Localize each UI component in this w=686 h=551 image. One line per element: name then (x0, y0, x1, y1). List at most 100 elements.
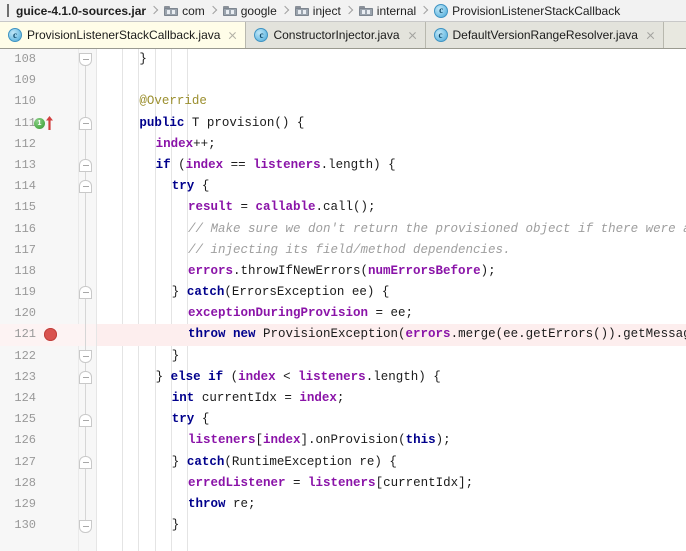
code-fold-start-icon[interactable] (79, 286, 92, 300)
code-fold-start-icon[interactable] (79, 413, 92, 427)
gutter-row[interactable]: 116 (0, 219, 96, 240)
code-token: [currentIdx]; (375, 475, 474, 490)
code-line[interactable]: throw new ProvisionException(errors.merg… (97, 324, 686, 346)
gutter-row[interactable]: 112 (0, 134, 96, 155)
code-line[interactable]: if (index == listeners.length) { (97, 155, 686, 176)
code-token: @Override (139, 94, 207, 109)
code-line[interactable]: } catch(ErrorsException ee) { (97, 282, 686, 303)
code-line[interactable]: } catch(RuntimeException re) { (97, 452, 686, 473)
gutter-row[interactable]: 120 (0, 303, 96, 324)
code-fold-start-icon[interactable] (79, 455, 92, 469)
breadcrumb-separator-icon (148, 0, 161, 21)
code-line[interactable]: } else if (index < listeners.length) { (97, 367, 686, 388)
code-line[interactable]: @Override (97, 91, 686, 112)
code-token: try (171, 179, 202, 194)
implementing-method-icon[interactable]: 1 (34, 117, 45, 129)
code-token: provision() { (206, 115, 305, 130)
code-line[interactable]: try { (97, 176, 686, 197)
code-line-text: // injecting its field/method dependenci… (107, 243, 511, 257)
code-line[interactable]: try { (97, 409, 686, 430)
gutter-row[interactable]: 118 (0, 261, 96, 282)
code-fold-end-icon[interactable] (79, 53, 92, 67)
code-token: ].onProvision( (300, 433, 406, 448)
editor-tab-bar: c ProvisionListenerStackCallback.java c Con… (0, 22, 686, 49)
editor-tab[interactable]: c DefaultVersionRangeResolver.java (425, 22, 664, 48)
code-token: numErrorsBefore (368, 263, 481, 278)
breadcrumb-item-jar[interactable]: guice-4.1.0-sources.jar (4, 0, 148, 21)
code-line[interactable]: } (97, 346, 686, 367)
code-editor[interactable]: 108 109 110 111 1 112 113 114 115 116 117 118 119 120… (0, 49, 686, 551)
code-line[interactable]: } (97, 515, 686, 536)
code-line[interactable]: result = callable.call(); (97, 197, 686, 218)
code-line[interactable]: throw re; (97, 494, 686, 515)
code-token: ++; (193, 136, 216, 151)
code-line[interactable]: errors.throwIfNewErrors(numErrorsBefore)… (97, 261, 686, 282)
java-class-icon: c (433, 28, 448, 42)
code-line[interactable]: erredListener = listeners[currentIdx]; (97, 473, 686, 494)
code-line-text: public T provision() { (107, 116, 304, 130)
editor-tab-active[interactable]: c ProvisionListenerStackCallback.java (0, 22, 247, 48)
code-token: } (155, 369, 171, 384)
code-line-text: index++; (107, 137, 216, 151)
gutter-row[interactable]: 128 (0, 473, 96, 494)
editor-gutter[interactable]: 108 109 110 111 1 112 113 114 115 116 117 118 119 120… (0, 49, 97, 551)
code-token: public (139, 115, 192, 130)
code-fold-start-icon[interactable] (79, 159, 92, 173)
code-token: errors (188, 263, 234, 278)
gutter-row[interactable]: 129 (0, 494, 96, 515)
gutter-row[interactable]: 121 (0, 324, 96, 346)
code-token: listeners (188, 433, 256, 448)
gutter-row[interactable]: 124 (0, 388, 96, 409)
gutter-row[interactable]: 109 (0, 70, 96, 91)
editor-tab-label: ConstructorInjector.java (273, 28, 400, 42)
gutter-row[interactable]: 110 (0, 91, 96, 112)
code-line-text: } catch(RuntimeException re) { (107, 455, 397, 469)
code-fold-end-icon[interactable] (79, 519, 92, 533)
code-token: } (171, 518, 180, 533)
code-line-text: throw new ProvisionException(errors.merg… (107, 327, 686, 341)
breadcrumb-item-folder[interactable]: com (161, 0, 207, 21)
breadcrumb-item-folder[interactable]: internal (356, 0, 418, 21)
close-icon[interactable] (645, 30, 656, 41)
close-icon[interactable] (407, 30, 418, 41)
folder-icon (222, 5, 237, 17)
code-line[interactable]: public T provision() { (97, 113, 686, 134)
gutter-row[interactable]: 117 (0, 240, 96, 261)
editor-tab[interactable]: c ConstructorInjector.java (246, 22, 426, 48)
close-icon[interactable] (227, 30, 238, 41)
breadcrumb-item-folder[interactable]: inject (292, 0, 343, 21)
breadcrumb-item-class[interactable]: c ProvisionListenerStackCallback (431, 0, 622, 21)
code-line-text: int currentIdx = index; (107, 391, 345, 405)
code-fold-end-icon[interactable] (79, 349, 92, 363)
code-line[interactable]: exceptionDuringProvision = ee; (97, 303, 686, 324)
jar-icon (7, 4, 9, 17)
code-line-text: listeners[index].onProvision(this); (107, 433, 451, 447)
code-line[interactable]: listeners[index].onProvision(this); (97, 430, 686, 451)
code-fold-start-icon[interactable] (79, 116, 92, 130)
code-fold-start-icon[interactable] (79, 180, 92, 194)
code-line[interactable]: } (97, 49, 686, 70)
code-token: else if (170, 369, 231, 384)
code-area[interactable]: } @Override public T provision() { index++;… (97, 49, 686, 551)
line-number: 118 (14, 263, 36, 278)
line-number: 124 (14, 391, 36, 405)
code-token: (ErrorsException ee) { (224, 285, 390, 300)
code-line[interactable]: int currentIdx = index; (97, 388, 686, 409)
gutter-row[interactable]: 115 (0, 197, 96, 218)
overriding-method-arrow-icon[interactable] (46, 115, 53, 130)
code-line-text: try { (107, 412, 210, 427)
code-fold-start-icon[interactable] (79, 371, 92, 385)
gutter-row[interactable]: 126 (0, 430, 96, 451)
code-line-text: throw re; (107, 497, 256, 511)
folder-icon (294, 5, 309, 17)
line-number: 110 (14, 94, 36, 109)
code-line[interactable]: index++; (97, 134, 686, 155)
breadcrumb-item-folder[interactable]: google (220, 0, 279, 21)
code-token: try (171, 412, 202, 427)
code-token: .throwIfNewErrors( (233, 263, 369, 278)
code-line[interactable]: // injecting its field/method dependenci… (97, 240, 686, 261)
code-line[interactable] (97, 70, 686, 91)
code-line[interactable]: // Make sure we don't return the provisi… (97, 219, 686, 240)
code-token: this (405, 433, 436, 448)
java-class-icon: c (8, 28, 22, 42)
